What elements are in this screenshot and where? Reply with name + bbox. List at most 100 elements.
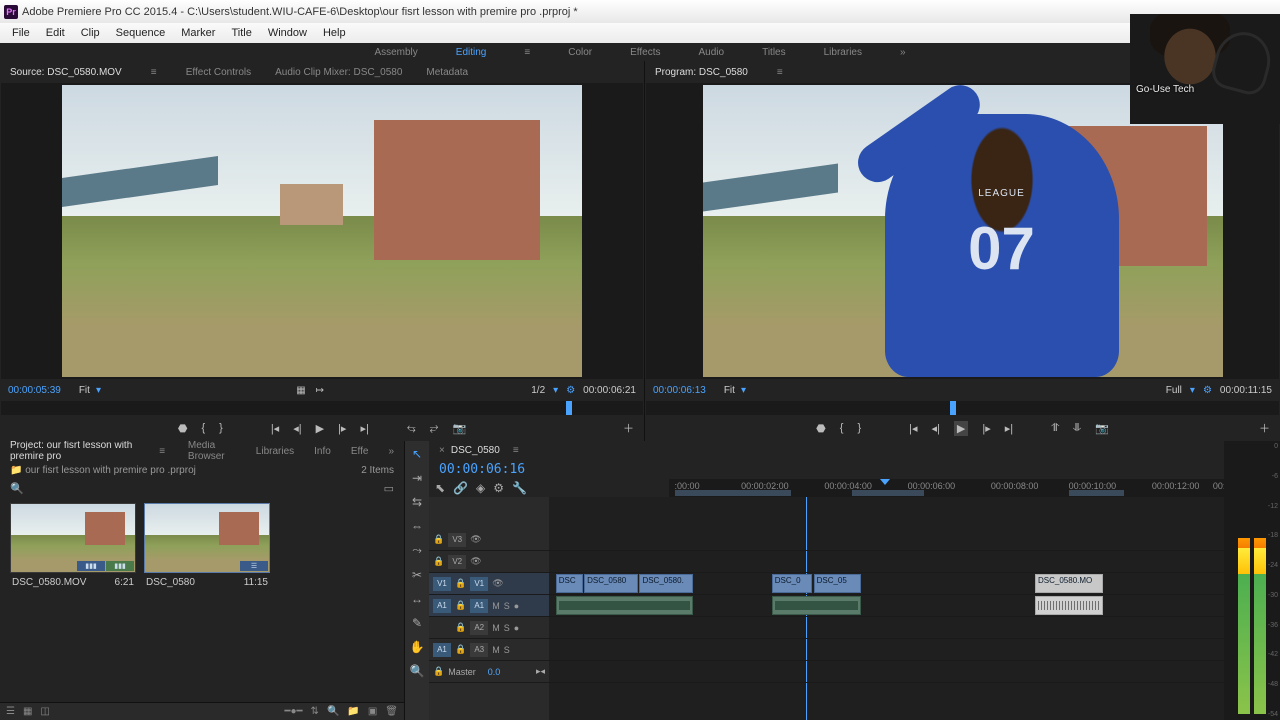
extract-icon[interactable]: ⥥ — [1073, 422, 1081, 435]
workspace-audio[interactable]: Audio — [699, 47, 725, 58]
program-timecode[interactable]: 00:00:06:13 — [653, 385, 706, 396]
tab-audio-mixer[interactable]: Audio Clip Mixer: DSC_0580 — [275, 67, 402, 78]
rolling-tool-icon[interactable]: ⇔ — [411, 519, 423, 533]
track-select-tool-icon[interactable]: ⇥ — [412, 471, 422, 485]
button-editor-icon[interactable]: ＋ — [1259, 420, 1270, 436]
out-icon[interactable]: ↦ — [316, 385, 324, 396]
safe-margins-icon[interactable]: ▦ — [296, 385, 305, 396]
selection-tool-icon[interactable]: ↖ — [412, 447, 422, 461]
source-monitor[interactable] — [1, 83, 643, 379]
step-back-icon[interactable]: ◂| — [293, 422, 301, 435]
step-fwd-icon[interactable]: |▸ — [338, 422, 346, 435]
clip-video[interactable]: DSC_0580 — [584, 574, 638, 593]
lock-icon[interactable]: 🔒 — [433, 556, 444, 567]
settings-icon[interactable]: ⚙ — [566, 385, 575, 396]
marker-icon[interactable]: ⬣ — [178, 422, 188, 435]
workspace-effects[interactable]: Effects — [630, 47, 660, 58]
tab-metadata[interactable]: Metadata — [426, 67, 468, 78]
mark-in-icon[interactable]: { — [840, 422, 844, 434]
marker-icon[interactable]: ⬣ — [816, 422, 826, 435]
workspace-color[interactable]: Color — [568, 47, 592, 58]
expand-icon[interactable]: ▸◂ — [536, 666, 545, 677]
chevron-down-icon[interactable]: ▾ — [1190, 385, 1195, 396]
clip-audio[interactable] — [556, 596, 694, 615]
hand-tool-icon[interactable]: ✋ — [410, 640, 425, 654]
chevron-down-icon[interactable]: ▾ — [741, 385, 746, 396]
master-value[interactable]: 0.0 — [488, 667, 501, 677]
go-to-in-icon[interactable]: |◂ — [271, 422, 279, 435]
overwrite-icon[interactable]: ⥂ — [430, 422, 439, 435]
search-icon[interactable]: 🔍 — [10, 482, 24, 495]
slip-tool-icon[interactable]: ↔ — [411, 592, 423, 606]
source-timecode[interactable]: 00:00:05:39 — [8, 385, 61, 396]
menu-sequence[interactable]: Sequence — [108, 27, 174, 39]
track-target-a2[interactable]: A2 — [470, 621, 488, 635]
settings-icon[interactable]: ⚙ — [1203, 385, 1212, 396]
chevron-down-icon[interactable]: ▾ — [553, 385, 558, 396]
timeline-tab[interactable]: DSC_0580 — [451, 445, 500, 456]
track-target-a3[interactable]: A3 — [470, 643, 488, 657]
insert-icon[interactable]: ⥃ — [407, 422, 416, 435]
tab-project[interactable]: Project: our fisrt lesson with premire p… — [10, 440, 136, 462]
source-patch-a1[interactable]: A1 — [433, 599, 451, 613]
ripple-tool-icon[interactable]: ⇆ — [412, 495, 422, 509]
source-res[interactable]: 1/2 — [531, 385, 545, 396]
eye-icon[interactable]: 👁 — [470, 534, 481, 545]
workspace-titles[interactable]: Titles — [762, 47, 786, 58]
clip-video[interactable]: DSC_05 — [814, 574, 861, 593]
clip-video[interactable]: DSC_0 — [772, 574, 813, 593]
export-frame-icon[interactable]: 📷 — [1095, 422, 1109, 435]
go-to-in-icon[interactable]: |◂ — [909, 422, 917, 435]
bin-item-clip[interactable]: ▮▮▮ ▮▮▮ DSC_0580.MOV6:21 — [10, 503, 136, 592]
list-view-icon[interactable]: ☰ — [6, 706, 15, 717]
export-frame-icon[interactable]: 📷 — [452, 422, 466, 435]
tab-menu-icon[interactable]: ≡ — [156, 446, 167, 457]
settings-icon[interactable]: ⚙ — [493, 481, 504, 495]
track-lanes[interactable]: DSC DSC_0580 DSC_0580. DSC_0 DSC_05 DSC_… — [549, 497, 1224, 720]
linked-selection-icon[interactable]: 🔗 — [453, 481, 468, 495]
play-icon[interactable]: ▶ — [954, 421, 968, 436]
overflow-icon[interactable]: » — [388, 446, 394, 457]
timeline-timecode[interactable]: 00:00:06:16 — [439, 462, 525, 477]
play-icon[interactable]: ▶ — [316, 422, 324, 435]
markers-icon[interactable]: ◈ — [476, 481, 485, 495]
menu-clip[interactable]: Clip — [73, 27, 108, 39]
tab-source[interactable]: Source: DSC_0580.MOV — [10, 67, 122, 78]
tab-menu-icon[interactable]: ≡ — [146, 67, 162, 78]
new-item-icon[interactable]: ▣ — [368, 706, 377, 717]
snap-icon[interactable]: ⬉ — [435, 481, 445, 495]
track-target-v3[interactable]: V3 — [448, 533, 466, 547]
zoom-slider[interactable]: ━●━ — [284, 706, 302, 717]
step-fwd-icon[interactable]: |▸ — [982, 422, 990, 435]
source-patch-v1[interactable]: V1 — [433, 577, 451, 591]
step-back-icon[interactable]: ◂| — [932, 422, 940, 435]
button-editor-icon[interactable]: ＋ — [623, 420, 634, 436]
workspace-overflow-icon[interactable]: » — [900, 47, 906, 58]
workspace-menu-icon[interactable]: ≡ — [524, 47, 530, 58]
tab-menu-icon[interactable]: ≡ — [508, 445, 524, 456]
project-bins[interactable]: ▮▮▮ ▮▮▮ DSC_0580.MOV6:21 ☰ DSC_058011:15 — [0, 497, 404, 702]
tab-program[interactable]: Program: DSC_0580 — [655, 67, 748, 78]
tab-menu-icon[interactable]: ≡ — [772, 67, 788, 78]
rate-tool-icon[interactable]: ⤳ — [412, 543, 422, 558]
new-bin-icon[interactable]: 📁 — [347, 706, 359, 717]
tab-libraries[interactable]: Libraries — [256, 446, 294, 457]
lift-icon[interactable]: ⥣ — [1051, 422, 1059, 435]
freeform-view-icon[interactable]: ◫ — [40, 706, 49, 717]
menu-marker[interactable]: Marker — [173, 27, 223, 39]
workspace-libraries[interactable]: Libraries — [824, 47, 862, 58]
clip-video[interactable]: DSC_0580.MO — [1035, 574, 1103, 593]
menu-file[interactable]: File — [4, 27, 38, 39]
go-to-out-icon[interactable]: ▸| — [1005, 422, 1013, 435]
clip-video[interactable]: DSC — [556, 574, 583, 593]
source-scrubber[interactable] — [1, 401, 643, 415]
eye-icon[interactable]: 👁 — [470, 556, 481, 567]
mark-in-icon[interactable]: { — [201, 422, 205, 434]
pen-tool-icon[interactable]: ✎ — [412, 616, 422, 630]
menu-help[interactable]: Help — [315, 27, 354, 39]
tab-effects[interactable]: Effe — [351, 446, 369, 457]
mark-out-icon[interactable]: } — [857, 422, 861, 434]
icon-view-icon[interactable]: ▦ — [23, 706, 32, 717]
folder-icon[interactable]: ▭ — [384, 482, 394, 495]
find-icon[interactable]: 🔍 — [327, 706, 339, 717]
